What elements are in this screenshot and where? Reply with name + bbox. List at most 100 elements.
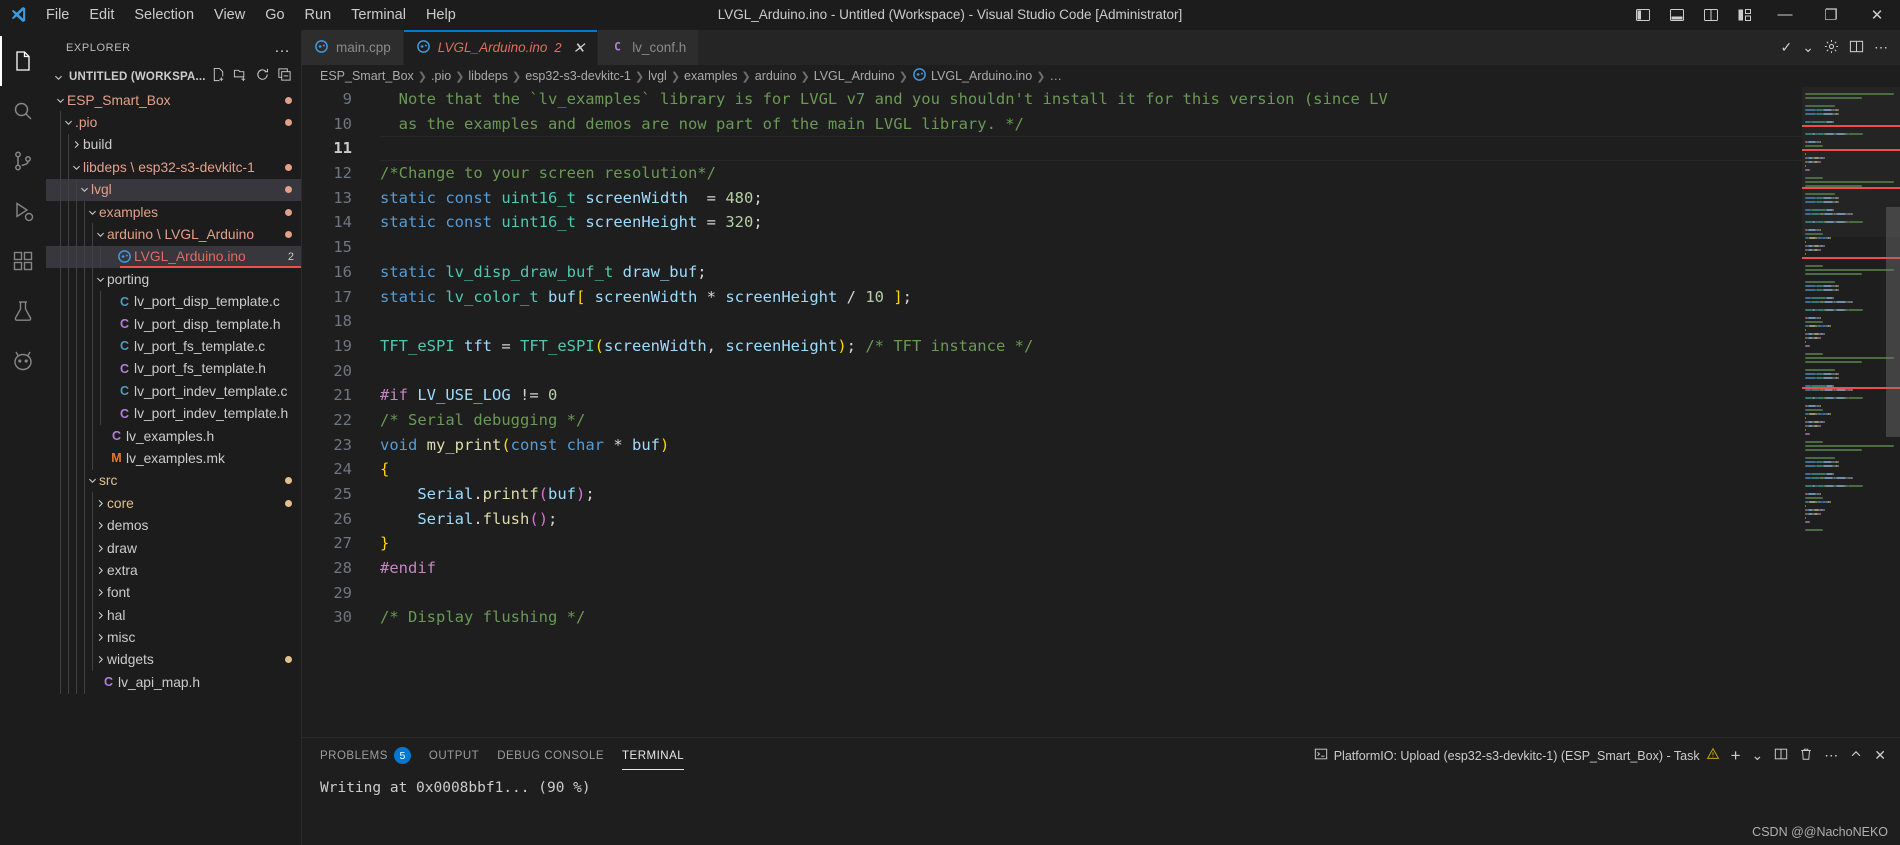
breadcrumb-item[interactable]: .pio xyxy=(431,69,451,83)
tree-item-lv-port-disp-template-c[interactable]: Clv_port_disp_template.c xyxy=(46,290,302,313)
tree-item-arduino-lvgl-arduino[interactable]: arduino \ LVGL_Arduino xyxy=(46,223,302,246)
code-content[interactable]: Note that the `lv_examples` library is f… xyxy=(376,87,1802,737)
tree-item-lvgl[interactable]: lvgl xyxy=(46,178,302,201)
line-number[interactable]: 9 xyxy=(302,87,352,112)
activity-extensions-icon[interactable] xyxy=(0,236,46,286)
chevron-down-icon[interactable] xyxy=(70,162,83,173)
more-actions-icon[interactable]: ⋯ xyxy=(1874,39,1888,56)
menu-run[interactable]: Run xyxy=(295,3,342,27)
panel-tab-debug-console[interactable]: DEBUG CONSOLE xyxy=(497,742,604,770)
menu-view[interactable]: View xyxy=(204,3,255,27)
new-file-icon[interactable] xyxy=(211,67,226,87)
line-number[interactable]: 22 xyxy=(302,408,352,433)
toggle-secondary-sidebar-icon[interactable] xyxy=(1694,0,1728,30)
split-editor-icon[interactable] xyxy=(1849,39,1864,57)
tree-item-hal[interactable]: hal xyxy=(46,603,302,627)
line-number[interactable]: 21 xyxy=(302,383,352,408)
breadcrumb-item[interactable]: LVGL_Arduino xyxy=(814,69,895,83)
code-line[interactable]: static lv_color_t buf[ screenWidth * scr… xyxy=(380,285,1802,310)
close-button[interactable]: ✕ xyxy=(1854,0,1900,30)
minimize-button[interactable]: — xyxy=(1762,0,1808,30)
activity-source-control-icon[interactable] xyxy=(0,136,46,186)
tree-item-lv-examples-mk[interactable]: Mlv_examples.mk xyxy=(46,447,302,470)
panel-tab-problems[interactable]: PROBLEMS 5 xyxy=(320,739,411,772)
collapse-all-icon[interactable] xyxy=(277,67,292,87)
tree-item-lv-examples-h[interactable]: Clv_examples.h xyxy=(46,424,302,448)
tree-item-porting[interactable]: porting xyxy=(46,268,302,291)
line-number[interactable]: 20 xyxy=(302,359,352,384)
tab-lv-conf-h[interactable]: C lv_conf.h xyxy=(598,30,700,65)
tree-item-lv-port-fs-template-h[interactable]: Clv_port_fs_template.h xyxy=(46,357,302,381)
line-number[interactable]: 18 xyxy=(302,309,352,334)
breadcrumb-item[interactable]: … xyxy=(1049,69,1062,83)
menu-file[interactable]: File xyxy=(36,3,79,27)
breadcrumb-item[interactable]: LVGL_Arduino.ino xyxy=(912,67,1032,85)
tree-item-build[interactable]: build xyxy=(46,133,302,157)
activity-testing-icon[interactable] xyxy=(0,286,46,336)
tree-item-lv-port-indev-template-h[interactable]: Clv_port_indev_template.h xyxy=(46,402,302,425)
line-number[interactable]: 19 xyxy=(302,334,352,359)
menu-terminal[interactable]: Terminal xyxy=(341,3,416,27)
line-number[interactable]: 16 xyxy=(302,260,352,285)
chevron-down-icon[interactable] xyxy=(94,274,107,285)
breadcrumb-item[interactable]: libdeps xyxy=(468,69,508,83)
chevron-right-icon[interactable] xyxy=(94,587,107,598)
tree-item-demos[interactable]: demos xyxy=(46,514,302,537)
tree-item-misc[interactable]: misc xyxy=(46,626,302,649)
code-scroll-area[interactable]: 9 10 11 12 13 14 15 16 17 18 19 20 21 22 23 24 25 26 27 28 2… xyxy=(302,87,1802,737)
code-line[interactable] xyxy=(380,235,1802,260)
editor-actions[interactable]: ✓ ⌄ ⋯ xyxy=(1769,30,1900,65)
code-line[interactable] xyxy=(380,359,1802,384)
line-number[interactable]: 30 xyxy=(302,605,352,630)
line-number[interactable]: 23 xyxy=(302,433,352,458)
menu-edit[interactable]: Edit xyxy=(79,3,124,27)
tree-item-lv-port-indev-template-c[interactable]: Clv_port_indev_template.c xyxy=(46,380,302,403)
close-panel-icon[interactable]: ✕ xyxy=(1874,747,1886,764)
workspace-section-header[interactable]: UNTITLED (WORKSPA... xyxy=(46,65,302,89)
check-all-icon[interactable]: ✓ xyxy=(1781,39,1793,56)
breadcrumb-item[interactable]: lvgl xyxy=(648,69,667,83)
activity-explorer-icon[interactable] xyxy=(0,36,46,86)
code-line[interactable]: static lv_disp_draw_buf_t draw_buf; xyxy=(380,260,1802,285)
tree-item-esp-smart-box[interactable]: ESP_Smart_Box xyxy=(46,89,302,111)
terminal-output[interactable]: Writing at 0x0008bbf1... (90 %) xyxy=(302,773,1900,845)
code-line[interactable]: /* Display flushing */ xyxy=(380,605,1802,630)
tree-item-draw[interactable]: draw xyxy=(46,536,302,560)
line-number-gutter[interactable]: 9 10 11 12 13 14 15 16 17 18 19 20 21 22 23 24 25 26 27 28 2… xyxy=(302,87,376,737)
code-line[interactable]: Serial.printf(buf); xyxy=(380,482,1802,507)
code-line[interactable] xyxy=(380,581,1802,606)
chevron-down-icon[interactable] xyxy=(52,72,65,83)
line-number[interactable]: 27 xyxy=(302,531,352,556)
refresh-icon[interactable] xyxy=(255,67,270,87)
chevron-down-icon[interactable] xyxy=(86,207,99,218)
line-number[interactable]: 28 xyxy=(302,556,352,581)
scrollbar-thumb[interactable] xyxy=(1886,207,1900,437)
menu-go[interactable]: Go xyxy=(255,3,294,27)
menu-bar[interactable]: File Edit Selection View Go Run Terminal… xyxy=(36,3,466,27)
activity-platformio-icon[interactable] xyxy=(0,336,46,386)
tab-close-icon[interactable]: ✕ xyxy=(573,39,586,57)
chevron-down-icon[interactable] xyxy=(86,475,99,486)
code-line[interactable]: Serial.flush(); xyxy=(380,507,1802,532)
panel-tab-terminal[interactable]: TERMINAL xyxy=(622,742,685,770)
file-tree[interactable]: ESP_Smart_Box .pio build libdeps \ esp32-s3… xyxy=(46,89,302,845)
breadcrumb-item[interactable]: ESP_Smart_Box xyxy=(320,69,414,83)
terminal-task-selector[interactable]: PlatformIO: Upload (esp32-s3-devkitc-1) … xyxy=(1314,747,1720,764)
chevron-down-icon[interactable] xyxy=(54,95,67,106)
chevron-right-icon[interactable] xyxy=(94,520,107,531)
debug-run-icon[interactable] xyxy=(1824,39,1839,57)
sidebar-more-actions-icon[interactable]: … xyxy=(274,39,294,56)
tree-item-lv-api-map-h[interactable]: Clv_api_map.h xyxy=(46,671,302,694)
code-line[interactable]: /*Change to your screen resolution*/ xyxy=(380,161,1802,186)
chevron-right-icon[interactable] xyxy=(70,139,83,150)
line-number[interactable]: 26 xyxy=(302,507,352,532)
chevron-right-icon[interactable] xyxy=(94,632,107,643)
new-terminal-icon[interactable]: + xyxy=(1731,746,1741,766)
menu-help[interactable]: Help xyxy=(416,3,466,27)
tree-item-lvgl-arduino-ino[interactable]: LVGL_Arduino.ino 2 xyxy=(46,245,302,269)
new-folder-icon[interactable] xyxy=(233,67,248,87)
code-line[interactable] xyxy=(380,136,1802,161)
tree-item-extra[interactable]: extra xyxy=(46,559,302,582)
line-number[interactable]: 15 xyxy=(302,235,352,260)
maximize-panel-icon[interactable] xyxy=(1849,747,1863,764)
